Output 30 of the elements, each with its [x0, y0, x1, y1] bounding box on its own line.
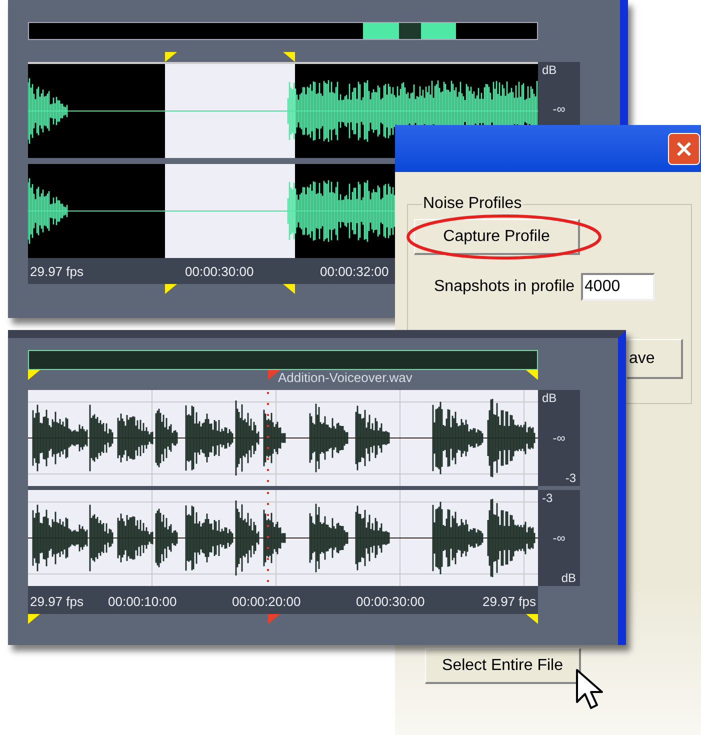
time-label: 29.97 fps — [482, 593, 536, 611]
time-label: 00:00:30:00 — [356, 593, 425, 611]
marker-icon[interactable] — [283, 52, 295, 62]
snapshots-input[interactable]: 4000 — [580, 273, 655, 301]
partial-button[interactable]: ave — [627, 339, 683, 379]
overview-viewport[interactable] — [363, 23, 456, 39]
snapshots-label: Snapshots in profile — [434, 277, 575, 297]
capture-profile-button[interactable]: Capture Profile — [414, 219, 580, 255]
select-entire-file-button[interactable]: Select Entire File — [425, 648, 581, 684]
db-label: -3 — [542, 492, 553, 504]
db-label: -∞ — [552, 103, 566, 115]
file-name: Addition-Voiceover.wav — [278, 370, 412, 386]
close-button[interactable] — [668, 132, 700, 164]
db-label: -3 — [565, 472, 576, 484]
time-label: 00:00:30:00 — [185, 263, 254, 281]
time-label: 00:00:32:00 — [320, 263, 389, 281]
db-label: dB — [561, 572, 576, 584]
overview-bar[interactable] — [28, 350, 538, 370]
db-label: dB — [542, 64, 557, 76]
db-label: -∞ — [552, 432, 566, 444]
marker-icon[interactable] — [165, 52, 177, 62]
time-label: 29.97 fps — [30, 593, 84, 611]
close-icon — [675, 140, 693, 158]
time-label: 00:00:20:00 — [232, 593, 301, 611]
time-label: 29.97 fps — [30, 263, 84, 281]
cursor-icon — [575, 668, 605, 712]
db-label: -∞ — [552, 532, 566, 544]
overview-bar[interactable] — [28, 22, 538, 40]
db-label: dB — [542, 392, 557, 404]
time-label: 00:00:10:00 — [108, 593, 177, 611]
